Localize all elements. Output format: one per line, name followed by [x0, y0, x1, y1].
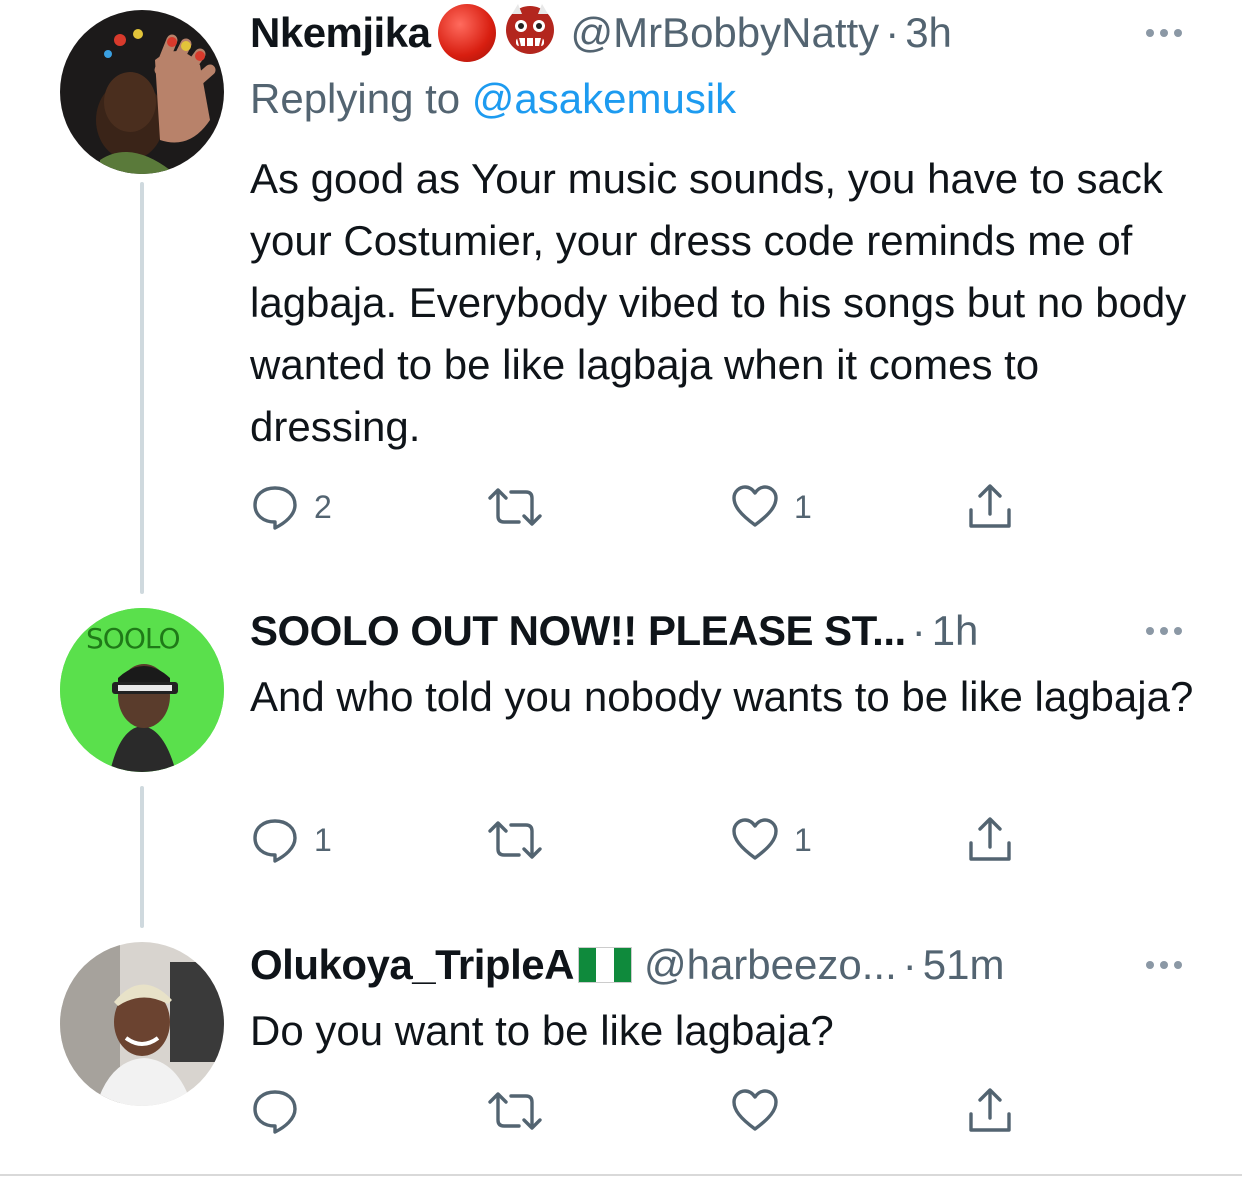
share-button[interactable]: [965, 1086, 1015, 1136]
thread-line: [140, 786, 144, 928]
replying-to-mention[interactable]: @asakemusik: [472, 75, 736, 122]
reply-icon: [253, 1090, 297, 1134]
more-options-icon[interactable]: [1122, 606, 1182, 656]
reply-button[interactable]: 1: [250, 815, 332, 865]
ogre-mask-emoji: [502, 0, 558, 67]
share-icon: [969, 817, 1011, 861]
like-button[interactable]: 1: [730, 482, 812, 532]
tweet-text: As good as Your music sounds, you have t…: [250, 155, 1187, 450]
separator-dot: ·: [911, 607, 926, 654]
replying-to-label: Replying to: [250, 75, 472, 122]
display-name[interactable]: Nkemjika: [250, 8, 431, 58]
share-icon: [969, 1088, 1011, 1132]
nigeria-flag-emoji: [577, 947, 632, 983]
heart-icon: [732, 485, 778, 527]
timestamp[interactable]: 1h: [932, 606, 979, 656]
timestamp[interactable]: 51m: [923, 940, 1005, 990]
retweet-icon: [488, 821, 542, 859]
avatar-soolo-text: SOOLO: [86, 622, 180, 655]
retweet-icon: [488, 1092, 542, 1130]
replying-to: Replying to @asakemusik: [250, 74, 736, 124]
avatar-soolo[interactable]: SOOLO: [60, 608, 224, 772]
retweet-button[interactable]: [485, 815, 559, 865]
tweet-header: SOOLO OUT NOW!! PLEASE ST... · 1h: [250, 606, 1182, 656]
share-button[interactable]: [965, 482, 1015, 532]
display-name[interactable]: SOOLO OUT NOW!! PLEASE ST...: [250, 606, 906, 656]
share-icon: [969, 484, 1011, 528]
heart-icon: [732, 1089, 778, 1131]
like-button[interactable]: 1: [730, 815, 812, 865]
separator-dot: ·: [885, 9, 900, 56]
reply-icon: [253, 819, 297, 863]
more-options-icon[interactable]: [1122, 940, 1182, 990]
red-circle-emoji: [438, 4, 497, 62]
reply-icon: [253, 486, 297, 530]
divider: [0, 1174, 1242, 1176]
display-name[interactable]: Olukoya_TripleA: [250, 940, 574, 990]
retweet-icon: [488, 488, 542, 526]
more-options-icon[interactable]: [1122, 8, 1182, 58]
timestamp[interactable]: 3h: [905, 8, 952, 58]
avatar-nkemjika[interactable]: [60, 10, 224, 174]
retweet-button[interactable]: [485, 1086, 559, 1136]
reply-button[interactable]: [250, 1086, 314, 1136]
tweet-header: Olukoya_TripleA @harbeezo... · 51m: [250, 940, 1182, 990]
thread-line: [140, 182, 144, 594]
like-count: 1: [794, 488, 812, 525]
tweet-actions: 1 1: [250, 815, 1050, 865]
avatar-olukoya[interactable]: [60, 942, 224, 1106]
reply-count: 2: [314, 488, 332, 525]
retweet-button[interactable]: [485, 482, 559, 532]
reply-count: 1: [314, 821, 332, 858]
tweet-header: Nkemjika @MrBobbyNatty · 3h: [250, 3, 1182, 62]
tweet-text: And who told you nobody wants to be like…: [250, 673, 1194, 720]
share-button[interactable]: [965, 815, 1015, 865]
like-count: 1: [794, 821, 812, 858]
tweet-text: Do you want to be like lagbaja?: [250, 1007, 834, 1054]
like-button[interactable]: [730, 1086, 794, 1136]
handle[interactable]: @harbeezo...: [644, 940, 897, 990]
handle[interactable]: @MrBobbyNatty: [570, 8, 879, 58]
heart-icon: [732, 818, 778, 860]
tweet-actions: 2 1: [250, 482, 1050, 532]
reply-button[interactable]: 2: [250, 482, 332, 532]
separator-dot: ·: [902, 941, 917, 988]
tweet-actions: [250, 1086, 1050, 1136]
